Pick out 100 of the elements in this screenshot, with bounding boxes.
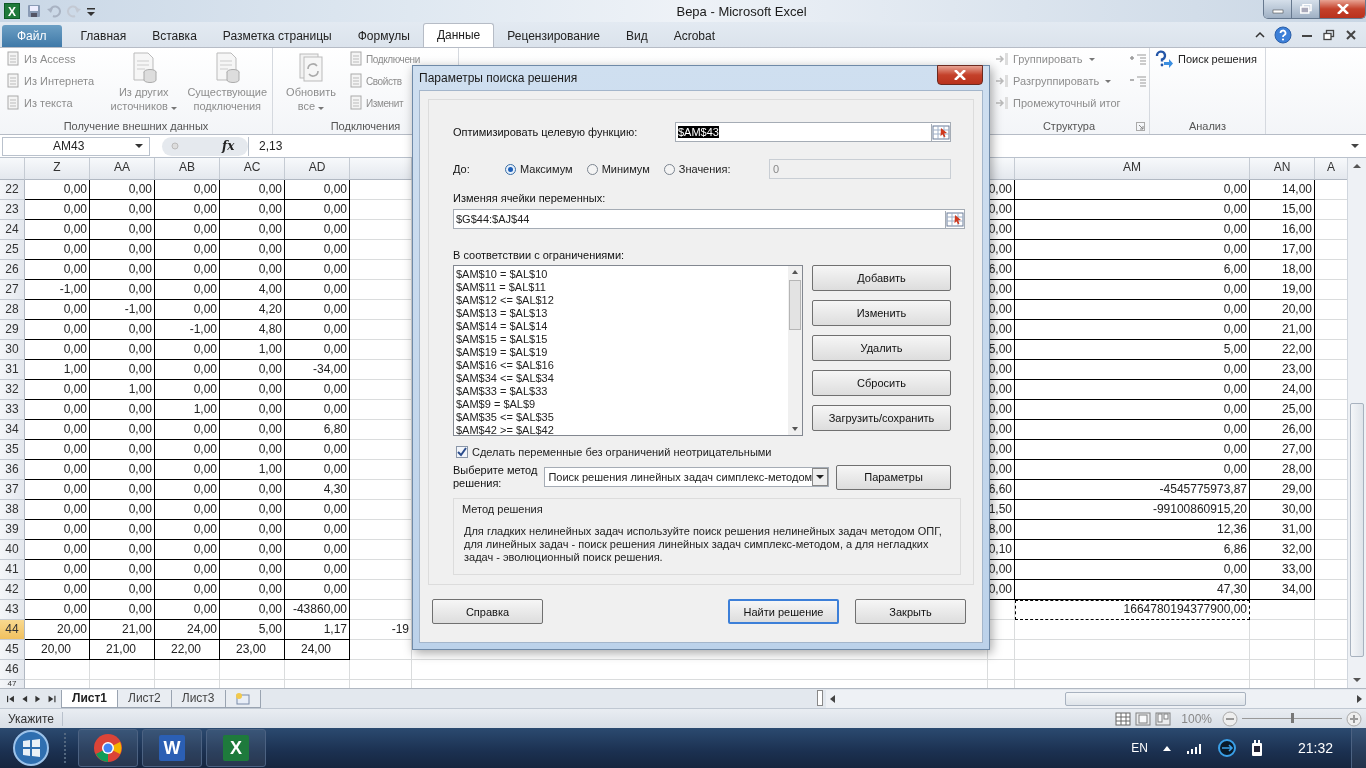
row-header[interactable]: 42 (0, 580, 25, 600)
row-header[interactable]: 43 (0, 600, 25, 620)
column-header[interactable]: AN (1250, 158, 1315, 180)
zoom-slider-thumb[interactable] (1291, 713, 1294, 723)
dialog-button[interactable]: Справка (432, 599, 543, 624)
dropdown-icon[interactable] (812, 468, 829, 486)
row-header[interactable]: 23 (0, 200, 25, 220)
restore-button[interactable] (1292, 0, 1320, 18)
variables-field[interactable]: $G$44:$AJ$44 (453, 209, 965, 229)
list-item[interactable]: $AM$15 = $AL$15 (456, 333, 786, 346)
row-header[interactable]: 27 (0, 280, 25, 300)
taskbar-button[interactable] (78, 729, 138, 767)
column-header[interactable]: AA (90, 158, 155, 180)
vertical-scrollbar[interactable] (1347, 158, 1366, 688)
row-header[interactable]: 41 (0, 560, 25, 580)
row-header[interactable]: 30 (0, 340, 25, 360)
column-header[interactable] (988, 158, 1015, 180)
close-icon[interactable] (1344, 28, 1358, 41)
ribbon-tab[interactable]: Формулы (344, 25, 423, 47)
signal-icon[interactable] (1185, 741, 1204, 755)
insert-function-button[interactable]: fx (222, 139, 235, 153)
row-header[interactable]: 39 (0, 520, 25, 540)
dialog-button[interactable]: Изменить (812, 300, 951, 326)
restore-icon[interactable] (1322, 28, 1336, 41)
taskbar-button[interactable]: X (206, 729, 266, 767)
row-header[interactable]: 37 (0, 480, 25, 500)
power-icon[interactable] (1249, 739, 1264, 757)
list-item[interactable]: $AM$11 = $AL$11 (456, 281, 786, 294)
constraints-list[interactable] (453, 265, 803, 436)
ribbon-tab[interactable]: Данные (422, 23, 495, 47)
language-indicator[interactable]: EN (1131, 741, 1148, 755)
split-handle[interactable] (817, 690, 823, 706)
column-header[interactable]: AM (1015, 158, 1250, 180)
row-header[interactable]: 26 (0, 260, 25, 280)
column-header[interactable]: AD (285, 158, 350, 180)
first-sheet-icon[interactable] (6, 693, 16, 705)
dialog-button[interactable]: Найти решение (728, 599, 839, 624)
row-header[interactable]: 22 (0, 180, 25, 200)
ribbon-tab[interactable]: Главная (67, 25, 140, 47)
row-header[interactable]: 31 (0, 360, 25, 380)
ribbon-button[interactable]: Поиск решения (1153, 49, 1259, 69)
row-header[interactable]: 25 (0, 240, 25, 260)
scroll-thumb[interactable] (1350, 403, 1364, 658)
show-hidden-icons[interactable] (1161, 744, 1172, 752)
dialog-button[interactable]: Сбросить (812, 370, 951, 396)
scroll-thumb[interactable] (789, 280, 801, 330)
network-icon[interactable] (1217, 739, 1236, 757)
list-item[interactable]: $AM$19 = $AL$19 (456, 346, 786, 359)
column-header[interactable]: AB (155, 158, 220, 180)
method-dropdown[interactable]: Поиск решения линейных задач симплекс-методом (544, 467, 830, 487)
list-item[interactable]: $AM$12 <= $AL$12 (456, 294, 786, 307)
clock[interactable]: 21:32 (1297, 740, 1333, 756)
radio-button[interactable]: Значения: (663, 163, 731, 175)
ribbon-tab[interactable]: Разметка страницы (209, 25, 345, 47)
column-header[interactable]: A (1315, 158, 1347, 180)
column-header[interactable]: Z (25, 158, 90, 180)
list-item[interactable]: $AM$35 <= $AL$35 (456, 411, 786, 424)
list-item[interactable]: $AM$16 <= $AL$16 (456, 359, 786, 372)
ribbon-tab[interactable]: Вставка (139, 25, 210, 47)
name-box[interactable]: AM43 (2, 136, 150, 156)
checkbox[interactable] (456, 446, 468, 458)
column-header[interactable]: AC (220, 158, 285, 180)
row-header[interactable]: 38 (0, 500, 25, 520)
ribbon-tab[interactable]: Acrobat (660, 25, 728, 47)
list-item[interactable]: $AM$34 <= $AL$34 (456, 372, 786, 385)
ribbon-tab[interactable]: Вид (612, 25, 661, 47)
scrollbar[interactable] (788, 266, 802, 435)
row-header[interactable]: 36 (0, 460, 25, 480)
page-break-icon[interactable] (1155, 711, 1172, 726)
radio-button[interactable]: Максимум (505, 163, 573, 175)
close-button[interactable] (937, 65, 983, 85)
dialog-launcher-icon[interactable] (1136, 122, 1145, 131)
row-header[interactable]: 46 (0, 660, 25, 680)
options-button[interactable]: Параметры (836, 464, 951, 490)
row-header[interactable]: 40 (0, 540, 25, 560)
range-select-icon[interactable] (931, 123, 950, 141)
list-item[interactable]: $AM$33 = $AL$33 (456, 385, 786, 398)
radio-button[interactable]: Минимум (586, 163, 650, 175)
scroll-thumb[interactable] (1065, 692, 1247, 706)
close-button[interactable] (1320, 0, 1365, 18)
dialog-button[interactable]: Добавить (812, 265, 951, 291)
help-icon[interactable] (1274, 25, 1292, 44)
file-tab[interactable]: Файл (2, 25, 62, 47)
list-item[interactable]: $AM$9 = $AL$9 (456, 398, 786, 411)
sheet-tab[interactable]: Лист2 (117, 690, 172, 708)
list-item[interactable]: $AM$42 >= $AL$42 (456, 424, 786, 435)
row-header[interactable]: 33 (0, 400, 25, 420)
taskbar-button[interactable]: W (142, 729, 202, 767)
row-header[interactable]: 28 (0, 300, 25, 320)
row-header[interactable]: 32 (0, 380, 25, 400)
range-select-icon[interactable] (945, 210, 964, 228)
row-header[interactable]: 45 (0, 640, 25, 660)
dialog-button[interactable]: Загрузить/сохранить (812, 405, 951, 431)
objective-field[interactable]: $AM$43 (675, 122, 951, 142)
sheet-tab[interactable]: Лист1 (61, 690, 119, 708)
row-header[interactable]: 35 (0, 440, 25, 460)
last-sheet-icon[interactable] (46, 693, 56, 705)
normal-view-icon[interactable] (1115, 711, 1132, 726)
dialog-button[interactable]: Удалить (812, 335, 951, 361)
sheet-tab[interactable]: Лист3 (170, 690, 226, 708)
